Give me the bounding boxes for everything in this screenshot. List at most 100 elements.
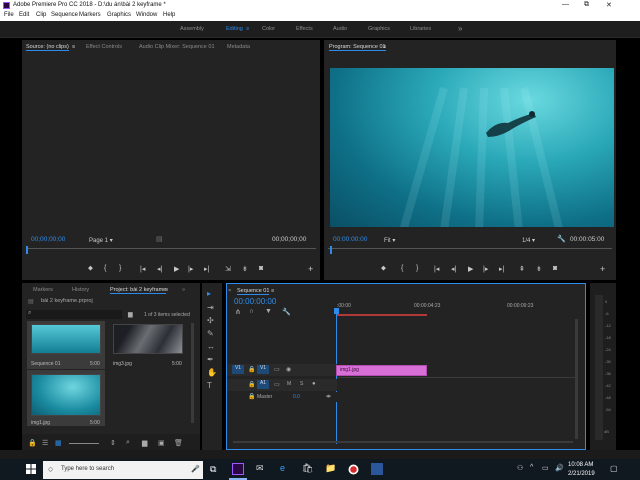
workspace-graphics[interactable]: Graphics [368,26,390,32]
pen-tool-icon[interactable]: ✒ [207,355,214,364]
menu-edit[interactable]: Edit [19,12,29,18]
tab-markers[interactable]: Markers [33,287,53,293]
workspace-assembly[interactable]: Assembly [180,26,204,32]
eye-icon[interactable]: ◉ [286,366,291,373]
program-export-frame-icon[interactable]: ◙ [553,265,557,272]
mail-icon[interactable]: ✉ [256,463,264,474]
new-item-icon[interactable]: ▣ [158,439,165,447]
edge-browser-icon[interactable]: e [280,463,285,473]
clock-date[interactable]: 2/21/2019 [568,471,595,477]
source-marker-icon[interactable]: ⬥ [88,265,93,273]
slip-tool-icon[interactable]: ↔ [207,342,215,351]
img1-thumbnail[interactable] [31,374,101,416]
tab-history[interactable]: History [72,287,89,293]
find-icon[interactable]: ⌕ [126,439,130,447]
source-playhead[interactable] [26,246,28,254]
program-scrub-bar[interactable] [328,248,612,249]
volume-icon[interactable]: 🔊 [555,464,564,472]
notification-icon[interactable]: ▢ [610,464,618,473]
timeline-v-scrollbar[interactable] [575,319,578,439]
menu-graphics[interactable]: Graphics [107,12,131,18]
track-target-a1[interactable]: A1 [257,380,269,389]
tab-project[interactable]: Project: bài 2 keyframe [110,287,167,294]
source-insert-icon[interactable]: ⇲ [225,265,231,273]
timeline-timecode[interactable]: 00:00:00:00 [234,297,276,306]
master-lock-icon[interactable]: 🔒 [248,393,255,400]
program-tab-menu-icon[interactable]: ≡ [383,44,386,50]
work-area-bar[interactable] [337,314,427,316]
sync-lock-icon[interactable]: ▭ [274,366,280,373]
mute-button[interactable]: M [287,381,291,387]
linked-selection-icon[interactable]: ∩ [249,308,254,315]
program-extract-icon[interactable]: ⇟ [536,265,542,273]
source-goto-out-icon[interactable]: ▸| [204,265,209,273]
program-mark-in-icon[interactable]: { [401,265,403,272]
store-icon[interactable]: 🛍 [302,463,313,474]
people-icon[interactable]: ⚇ [517,464,523,472]
sequence-thumbnail[interactable] [31,324,101,354]
network-icon[interactable]: ▭ [542,464,549,472]
wrench-icon[interactable]: 🔧 [557,235,566,243]
project-search-input[interactable] [26,310,122,319]
tab-effect-controls[interactable]: Effect Controls [86,44,122,50]
audio-sync-icon[interactable]: ▭ [274,381,280,388]
trash-icon[interactable]: 🗑 [174,439,183,447]
word-icon[interactable] [371,463,383,475]
program-marker-icon[interactable]: ⬥ [381,265,386,273]
program-lift-icon[interactable]: ⇞ [519,265,525,273]
source-scrub-bar[interactable] [26,248,316,249]
menu-sequence[interactable]: Sequence [51,12,78,18]
snap-icon[interactable]: ⋔ [235,308,241,316]
icon-view-icon[interactable]: ▦ [55,439,62,447]
source-add-button-icon[interactable]: + [308,264,313,274]
workspace-effects[interactable]: Effects [296,26,313,32]
workspace-color[interactable]: Color [262,26,275,32]
timeline-settings-wrench-icon[interactable]: 🔧 [282,308,291,316]
source-patch-v1[interactable]: V1 [232,365,244,374]
menu-help[interactable]: Help [163,12,175,18]
zoom-slider[interactable] [69,443,99,444]
master-volume-value[interactable]: 0.0 [293,394,300,400]
record-icon[interactable] [348,464,359,475]
menu-clip[interactable]: Clip [36,12,46,18]
track-target-v1[interactable]: V1 [257,365,269,374]
file-explorer-icon[interactable]: 📁 [325,463,336,474]
program-fit-select[interactable]: Fit ▾ [384,237,395,244]
tab-metadata[interactable]: Metadata [227,44,250,50]
taskbar-search-input[interactable]: ○ Type here to search 🎤 [43,461,203,479]
source-timecode-in[interactable]: 00;00;00;00 [31,236,65,243]
source-play-icon[interactable]: ▶ [174,265,179,273]
project-tab-menu-icon[interactable]: ≡ [165,287,168,293]
program-resolution-select[interactable]: 1/4 ▾ [522,237,535,244]
menu-file[interactable]: File [4,12,14,18]
clock-time[interactable]: 10:08 AM [568,462,593,468]
list-view-icon[interactable]: ☰ [42,439,48,447]
img3-thumbnail[interactable] [113,324,183,354]
source-page-select[interactable]: Page 1 ▾ [89,237,113,244]
minimize-icon[interactable]: — [562,1,569,8]
automate-to-sequence-icon[interactable]: ⇕ [110,439,116,447]
source-settings-icon[interactable]: ▤ [156,235,163,243]
menu-markers[interactable]: Markers [79,12,101,18]
solo-button[interactable]: S [300,381,303,387]
program-mark-out-icon[interactable]: } [416,265,418,272]
program-timecode-in[interactable]: 00:00:00:00 [333,236,367,243]
lock-icon[interactable]: 🔒 [28,439,37,447]
timeline-h-scrollbar[interactable] [233,441,573,443]
source-overwrite-icon[interactable]: ⇟ [242,265,248,273]
master-end-icon[interactable]: ⇼ [326,393,331,400]
track-lock-icon[interactable]: 🔒 [248,366,255,373]
project-overflow-icon[interactable]: » [182,287,185,293]
timeline-clip[interactable]: img1.jpg [336,365,427,376]
new-bin-footer-icon[interactable]: ▆ [142,439,147,447]
tab-sequence[interactable]: Sequence 01 [237,288,270,295]
source-export-frame-icon[interactable]: ◙ [259,265,263,272]
source-goto-in-icon[interactable]: |◂ [140,265,145,273]
microphone-icon[interactable]: 🎤 [191,465,200,473]
source-tab-menu-icon[interactable]: ≡ [72,44,75,50]
program-step-back-icon[interactable]: ◂| [451,265,456,273]
add-marker-icon[interactable]: ▼ [265,308,272,315]
source-step-forward-icon[interactable]: |▸ [188,265,193,273]
program-step-forward-icon[interactable]: |▸ [483,265,488,273]
track-select-tool-icon[interactable]: ⇥ [207,303,214,312]
